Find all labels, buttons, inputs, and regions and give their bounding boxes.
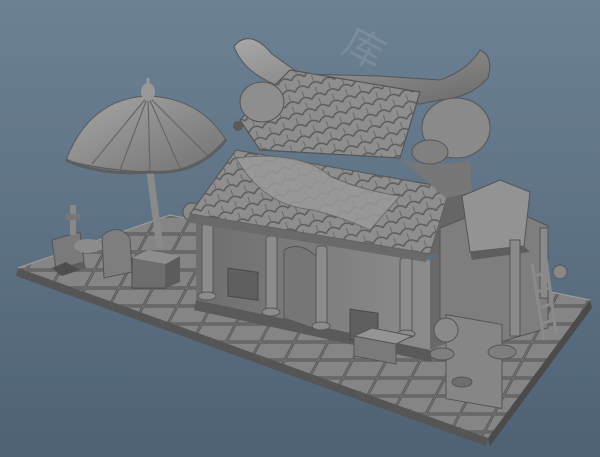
scene-render: [0, 0, 600, 457]
3d-viewport[interactable]: 库: [0, 0, 600, 457]
